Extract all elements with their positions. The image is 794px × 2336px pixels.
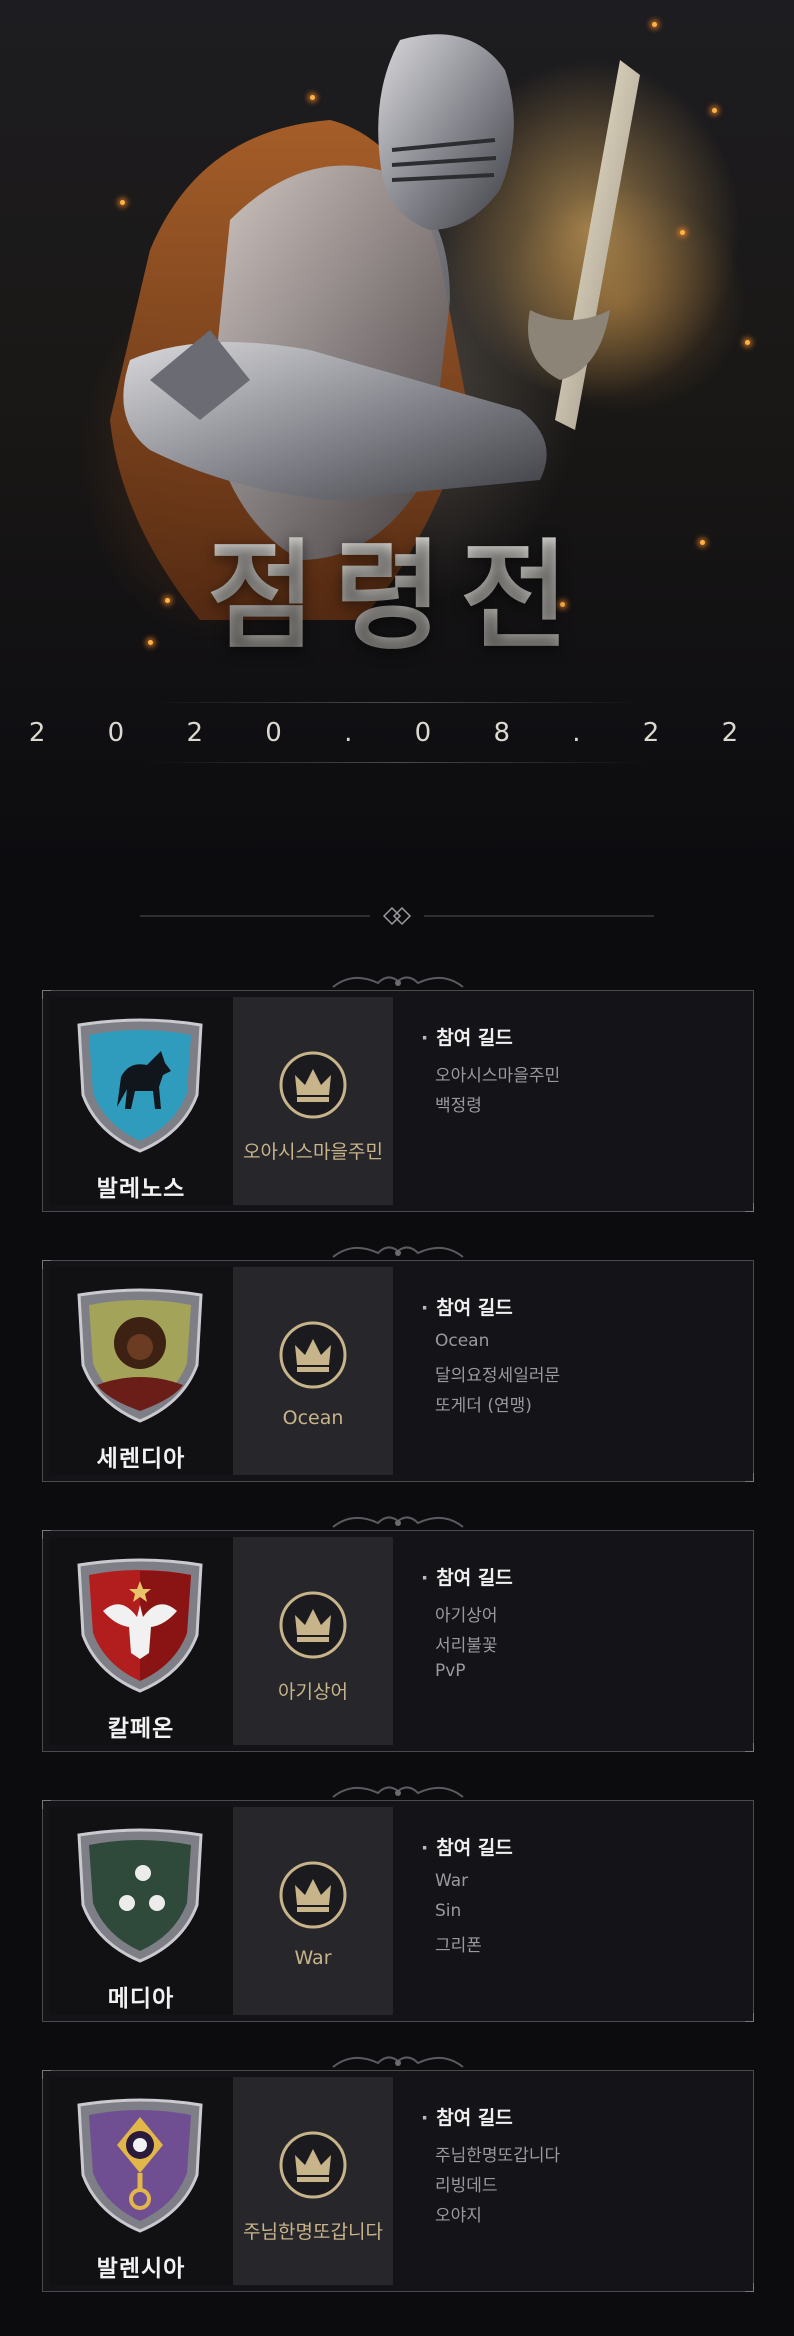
- ornament-icon: [332, 976, 464, 988]
- info-heading-text: 참여 길드: [436, 1567, 513, 1589]
- region-card-calpheon: 칼페온 아기상어 · 참여 길드 아기상어 서리불꽃 PvP: [42, 1516, 754, 1752]
- occupying-guild-panel: 아기상어: [233, 1537, 393, 1745]
- blue-horse-shield-icon: [77, 1018, 203, 1153]
- ornament-icon: [332, 2056, 464, 2068]
- participating-guilds: · 참여 길드 War Sin 그리폰: [393, 1807, 747, 2015]
- info-heading-text: 참여 길드: [436, 2107, 513, 2129]
- crest-panel: 메디아: [49, 1807, 233, 2015]
- member-guild: 오야지: [435, 2206, 482, 2226]
- member-guild: 달의요정세일러문: [435, 1366, 561, 1386]
- ornament-icon: [332, 1246, 464, 1258]
- red-eagle-shield-icon: [77, 1558, 203, 1693]
- ember-spark: [712, 108, 717, 113]
- ember-spark: [310, 95, 315, 100]
- region-name: 칼페온: [107, 1716, 175, 1742]
- member-guild: 아기상어: [435, 1606, 498, 1626]
- crest-panel: 발레노스: [49, 997, 233, 1205]
- member-guild: 백정령: [435, 1096, 482, 1116]
- occupying-guild-panel: War: [233, 1807, 393, 2015]
- region-name: 세렌디아: [96, 1446, 186, 1472]
- region-card-balenos: 발레노스 오아시스마을주민 · 참여 길드 오아시스마을주민 백정령: [42, 976, 754, 1212]
- date-bottom-rule: [148, 762, 646, 763]
- crest-panel: 발렌시아: [49, 2077, 233, 2285]
- event-date: 2 0 2 0 . 0 8 . 2 2: [28, 718, 766, 748]
- crown-icon: [279, 1861, 347, 1929]
- green-moon-shield-icon: [77, 1828, 203, 1963]
- info-heading: · 참여 길드: [421, 1297, 513, 1319]
- occupying-guild-panel: Ocean: [233, 1267, 393, 1475]
- participating-guilds: · 참여 길드 오아시스마을주민 백정령: [393, 997, 747, 1205]
- hero-banner: [0, 0, 794, 880]
- date-top-rule: [148, 702, 646, 703]
- info-heading: · 참여 길드: [421, 2107, 513, 2129]
- member-guild: 서리불꽃: [435, 1636, 498, 1656]
- ornament-icon: [332, 1516, 464, 1528]
- purple-eye-shield-icon: [77, 2098, 203, 2233]
- info-heading-text: 참여 길드: [436, 1837, 513, 1859]
- region-name: 메디아: [107, 1986, 175, 2012]
- crown-icon: [279, 1591, 347, 1659]
- info-heading: · 참여 길드: [421, 1567, 513, 1589]
- member-guild: Sin: [435, 1901, 462, 1921]
- member-guild: 주님한명또갑니다: [435, 2146, 561, 2166]
- participating-guilds: · 참여 길드 아기상어 서리불꽃 PvP: [393, 1537, 747, 1745]
- ember-spark: [745, 340, 750, 345]
- guild-name: War: [294, 1947, 332, 1969]
- info-heading: · 참여 길드: [421, 1837, 513, 1859]
- member-guild: Ocean: [435, 1331, 490, 1351]
- region-name: 발렌시아: [96, 2256, 186, 2282]
- guild-name: 오아시스마을주민: [243, 1141, 383, 1163]
- info-heading: · 참여 길드: [421, 1027, 513, 1049]
- knight-illustration: [110, 34, 740, 620]
- ember-spark: [680, 230, 685, 235]
- member-guild: 또게더 (연맹): [435, 1396, 532, 1416]
- occupying-guild-panel: 주님한명또갑니다: [233, 2077, 393, 2285]
- info-heading-text: 참여 길드: [436, 1297, 513, 1319]
- crest-panel: 칼페온: [49, 1537, 233, 1745]
- crown-icon: [279, 1051, 347, 1119]
- crest-panel: 세렌디아: [49, 1267, 233, 1475]
- member-guild: 리빙데드: [435, 2176, 498, 2196]
- guild-name: Ocean: [282, 1407, 344, 1429]
- region-card-mediah: 메디아 War · 참여 길드 War Sin 그리폰: [42, 1786, 754, 2022]
- guild-name: 아기상어: [278, 1681, 348, 1703]
- participating-guilds: · 참여 길드 Ocean 달의요정세일러문 또게더 (연맹): [393, 1267, 747, 1475]
- participating-guilds: · 참여 길드 주님한명또갑니다 리빙데드 오야지: [393, 2077, 747, 2285]
- ember-spark: [652, 22, 657, 27]
- diamond-divider: [140, 906, 654, 926]
- crown-icon: [279, 1321, 347, 1389]
- occupying-guild-panel: 오아시스마을주민: [233, 997, 393, 1205]
- crown-icon: [279, 2131, 347, 2199]
- region-card-serendia: 세렌디아 Ocean · 참여 길드 Ocean 달의요정세일러문 또게더 (연맹…: [42, 1246, 754, 1482]
- region-name: 발레노스: [96, 1176, 186, 1202]
- page-title: 점령전: [0, 500, 794, 671]
- ornament-icon: [332, 1786, 464, 1798]
- member-guild: 오아시스마을주민: [435, 1066, 561, 1086]
- region-card-valencia: 발렌시아 주님한명또갑니다 · 참여 길드 주님한명또갑니다 리빙데드 오야지: [42, 2056, 754, 2292]
- info-heading-text: 참여 길드: [436, 1027, 513, 1049]
- green-lion-shield-icon: [77, 1288, 203, 1423]
- member-guild: PvP: [435, 1661, 466, 1681]
- member-guild: 그리폰: [435, 1936, 482, 1956]
- member-guild: War: [435, 1871, 469, 1891]
- guild-name: 주님한명또갑니다: [243, 2221, 383, 2243]
- ember-spark: [120, 200, 125, 205]
